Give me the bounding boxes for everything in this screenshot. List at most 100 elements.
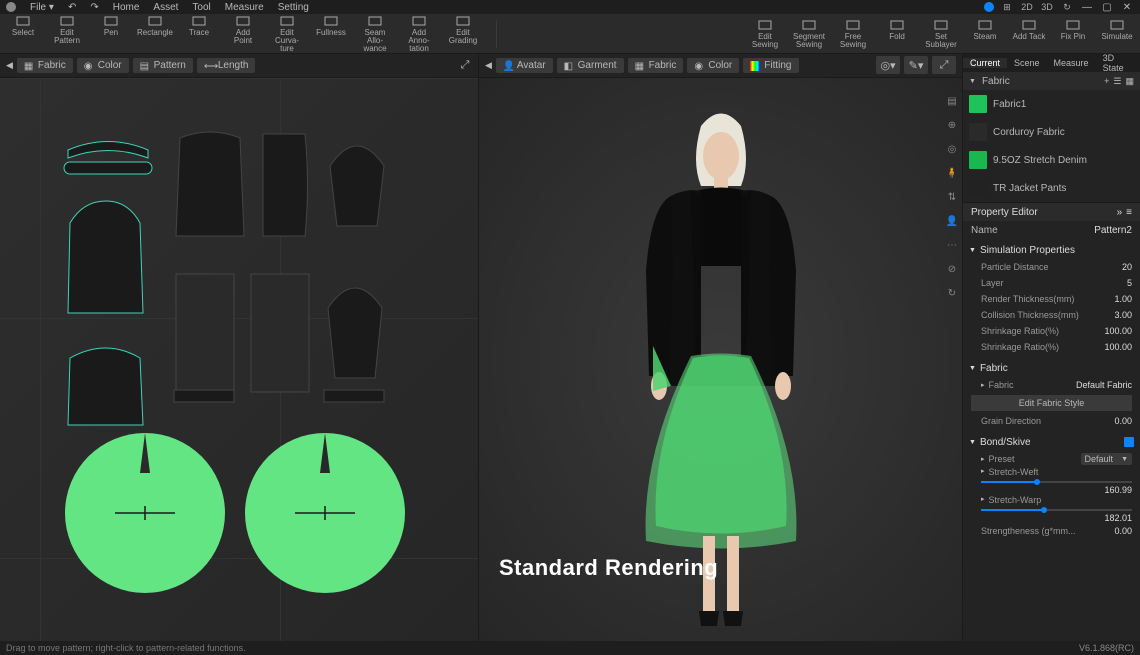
prop-name-value[interactable]: Pattern2 [1094,225,1132,236]
pattern-sleeve-a[interactable] [322,126,392,236]
canvas-2d[interactable] [0,78,478,641]
notification-badge[interactable] [984,2,994,12]
section-bond-skive[interactable]: ▼Bond/Skive [963,433,1140,451]
side-icon-more[interactable]: ⋯ [945,238,959,252]
fabric-item-2[interactable]: 9.5OZ Stretch Denim [963,146,1140,174]
prop-collapse-icon[interactable]: » [1117,207,1123,218]
expand-3d-icon[interactable]: ⤢ [932,56,956,74]
chip-fabric-3d[interactable]: ▦Fabric [628,58,684,73]
add-fabric-icon[interactable]: + [1104,76,1109,87]
chip-color[interactable]: ◉Color [77,58,129,73]
menu-home[interactable]: Home [113,2,140,13]
grain-value[interactable]: 0.00 [1114,416,1132,426]
pattern-circle-skirt-b[interactable] [240,428,410,598]
side-icon-add[interactable]: ⊕ [945,118,959,132]
tool-fold[interactable]: Fold [880,18,914,49]
tool-add-point[interactable]: Add Point [226,14,260,53]
pattern-bodice-side[interactable] [255,126,315,246]
sim-value[interactable]: 100.00 [1104,342,1132,352]
collapse-3d-icon[interactable]: ◀ [485,60,492,71]
pattern-front-b[interactable] [58,333,153,433]
pattern-sleeve-b[interactable] [320,268,390,388]
minimize-icon[interactable]: — [1080,2,1094,13]
pattern-circle-skirt-a[interactable] [60,428,230,598]
pattern-lining-b[interactable] [245,268,315,398]
tool-select[interactable]: Select [6,14,40,53]
tool-simulate[interactable]: Simulate [1100,18,1134,49]
menu-tool[interactable]: Tool [192,2,210,13]
chip-pattern[interactable]: ▤Pattern [133,58,193,73]
chip-fitting[interactable]: Fitting [743,58,798,73]
view-grid-icon[interactable]: ▦ [1125,76,1134,87]
side-icon-target[interactable]: ◎ [945,142,959,156]
collapse-icon[interactable]: ◀ [6,60,13,71]
pattern-neckband[interactable] [58,158,158,180]
stretch-warp-slider[interactable]: ▸Stretch-Warp 182.01 [963,495,1140,523]
fabric-toggle-icon[interactable]: ▼ [969,78,976,85]
edit-fabric-style-button[interactable]: Edit Fabric Style [971,395,1132,411]
pattern-lining-a[interactable] [170,268,240,398]
prop-menu-icon[interactable]: ≡ [1126,207,1132,218]
mode-3d[interactable]: 3D [1040,1,1054,13]
fabric-item-0[interactable]: Fabric1 [963,90,1140,118]
tool-fix-pin[interactable]: Fix Pin [1056,18,1090,49]
stretch-weft-slider[interactable]: ▸Stretch-Weft 160.99 [963,467,1140,495]
tab-3d-state[interactable]: 3D State [1096,53,1140,73]
chip-color-3d[interactable]: ◉Color [687,58,739,73]
sim-value[interactable]: 1.00 [1114,294,1132,304]
redo-icon[interactable]: ↷ [90,2,98,13]
pattern-front-a[interactable] [58,193,153,323]
side-icon-user[interactable]: 👤 [945,214,959,228]
tool-free-sewing[interactable]: Free Sewing [836,18,870,49]
side-icon-lock[interactable]: ⇅ [945,190,959,204]
menu-asset[interactable]: Asset [153,2,178,13]
tool-segment-sewing[interactable]: SegmentSewing [792,18,826,49]
preset-select[interactable]: Default▼ [1081,453,1132,465]
fabric-item-1[interactable]: Corduroy Fabric [963,118,1140,146]
sim-value[interactable]: 3.00 [1114,310,1132,320]
tool-rectangle[interactable]: Rectangle [138,14,172,53]
camera-dropdown[interactable]: ◎▾ [876,56,900,74]
side-icon-layers[interactable]: ▤ [945,94,959,108]
tool-edit-grading[interactable]: Edit Grading [446,14,480,53]
sim-value[interactable]: 5 [1127,278,1132,288]
sim-value[interactable]: 100.00 [1104,326,1132,336]
section-fabric[interactable]: ▼Fabric [963,359,1140,377]
tool-edit-sewing[interactable]: Edit Sewing [748,18,782,49]
menu-setting[interactable]: Setting [278,2,309,13]
chip-fabric[interactable]: ▦Fabric [17,58,73,73]
bond-checkbox[interactable] [1124,437,1134,447]
menu-file[interactable]: File ▾ [30,2,54,13]
view-list-icon[interactable]: ☰ [1113,76,1121,87]
maximize-icon[interactable]: ▢ [1100,2,1114,13]
undo-icon[interactable]: ↶ [68,2,76,13]
pattern-cuff-a[interactable] [172,388,236,406]
chip-avatar[interactable]: 👤Avatar [496,58,553,73]
expand-2d-icon[interactable]: ⤢ [458,59,472,73]
tool-steam[interactable]: Steam [968,18,1002,49]
section-simulation[interactable]: ▼Simulation Properties [963,241,1140,259]
side-icon-avatar[interactable]: 🧍 [945,166,959,180]
canvas-3d[interactable]: Standard Rendering [479,78,962,641]
tool-add-annotation[interactable]: Add Anno-tation [402,14,436,53]
refresh-icon[interactable]: ↻ [1060,1,1074,13]
side-icon-refresh[interactable]: ↻ [945,286,959,300]
mode-2d[interactable]: 2D [1020,1,1034,13]
tab-scene[interactable]: Scene [1007,58,1047,68]
tool-trace[interactable]: Trace [182,14,216,53]
side-icon-link[interactable]: ⊘ [945,262,959,276]
fabric-item-3[interactable]: TR Jacket Pants [963,174,1140,202]
tool-pen[interactable]: Pen [94,14,128,53]
tool-seam-allowance[interactable]: Seam Allo-wance [358,14,392,53]
tool-edit-pattern[interactable]: Edit Pattern [50,14,84,53]
tab-measure[interactable]: Measure [1047,58,1096,68]
tool-add-tack[interactable]: Add Tack [1012,18,1046,49]
pattern-cuff-b[interactable] [322,388,386,406]
strengtheness-value[interactable]: 0.00 [1114,526,1132,536]
menu-measure[interactable]: Measure [225,2,264,13]
close-icon[interactable]: ✕ [1120,2,1134,13]
fabric-field-value[interactable]: Default Fabric [1076,380,1132,390]
tool-fullness[interactable]: Fullness [314,14,348,53]
sim-value[interactable]: 20 [1122,262,1132,272]
grid-icon[interactable]: ⊞ [1000,1,1014,13]
